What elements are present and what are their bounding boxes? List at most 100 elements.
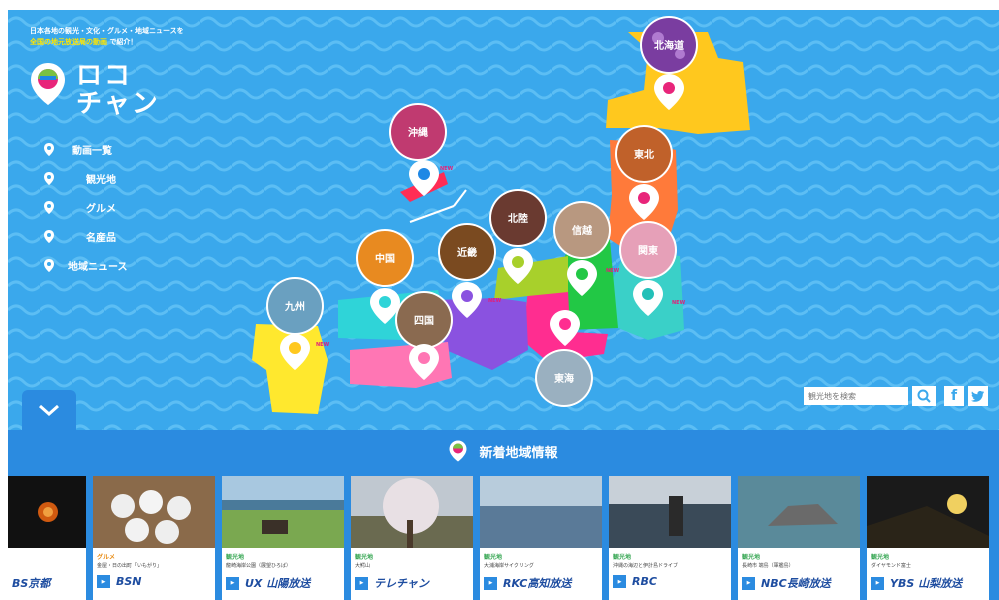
play-icon: ▶	[97, 575, 110, 588]
broadcaster: ▶ YBS 山梨放送	[871, 575, 962, 591]
location-pin-icon	[44, 143, 54, 156]
category-label: 観光地	[871, 554, 890, 561]
nav-item-label: 観光地	[86, 175, 116, 186]
card-caption: 大鰐山	[355, 563, 371, 569]
broadcaster-name: YBS 山梨放送	[890, 577, 963, 590]
play-icon: ▶	[613, 575, 626, 588]
rocky-coast-image	[609, 476, 731, 548]
news-card[interactable]: 観光地 ダイヤモンド富士 ▶ YBS 山梨放送	[867, 476, 989, 600]
svg-text:東北: 東北	[634, 148, 654, 161]
broadcaster-name: UX 山陽放送	[245, 577, 311, 590]
location-pin-icon	[44, 230, 54, 243]
news-card[interactable]: 観光地 龍崎海岸公園（展望ひろば） ▶ UX 山陽放送	[222, 476, 344, 600]
category-label: 観光地	[742, 554, 761, 561]
news-card[interactable]: 観光地 大浦海岸サイクリング ▶ RKC高知放送	[480, 476, 602, 600]
page: 北海道 東北 関東 NEW 信越 NEW 北陸 近畿 NEW 中国 四国 九州 …	[0, 0, 999, 600]
tagline: 日本各地の観光・文化・グルメ・地域ニュースを 全国の地元放送局の動画 で紹介！	[30, 26, 184, 48]
news-card[interactable]: 観光地 大鰐山 ▶ テレチャン	[351, 476, 473, 600]
news-thumbnail	[738, 476, 860, 548]
broadcaster: ▶ テレチャン	[355, 575, 429, 591]
svg-text:沖縄: 沖縄	[408, 126, 428, 139]
svg-text:NEW: NEW	[488, 298, 502, 304]
category-label: 観光地	[226, 554, 245, 561]
broadcaster: ▶ UX 山陽放送	[226, 575, 310, 591]
news-thumbnail	[8, 476, 86, 548]
news-thumbnail	[480, 476, 602, 548]
map-area: 北海道 東北 関東 NEW 信越 NEW 北陸 近畿 NEW 中国 四国 九州 …	[8, 10, 999, 430]
svg-text:中国: 中国	[375, 252, 395, 265]
news-cards: BS京都 グルメ 金屋・日の出町「いもがり」 ▶ BSN 観光地 龍崎海岸公園（…	[8, 476, 996, 600]
okinawa-divider-2	[453, 189, 467, 207]
tagline-line1: 日本各地の観光・文化・グルメ・地域ニュースを	[30, 27, 184, 35]
location-pin-icon	[44, 201, 54, 214]
nav-item-label: 名産品	[86, 233, 116, 244]
news-thumbnail	[867, 476, 989, 548]
twitter-icon[interactable]	[968, 386, 988, 406]
logo-pin-icon	[31, 63, 65, 105]
broadcaster-name: BSN	[116, 575, 142, 588]
broadcaster-name: テレチャン	[374, 577, 429, 590]
svg-text:四国: 四国	[414, 315, 434, 327]
news-card[interactable]: グルメ 金屋・日の出町「いもがり」 ▶ BSN	[93, 476, 215, 600]
logo-text-line2: チャン	[76, 89, 160, 119]
island-image	[738, 476, 860, 548]
logo[interactable]: ロコ チャン	[30, 62, 160, 118]
nav-item-gourmet[interactable]: グルメ	[44, 193, 128, 222]
dumplings-image	[111, 490, 191, 544]
broadcaster: ▶ RBC	[613, 575, 657, 588]
card-caption: 大浦海岸サイクリング	[484, 563, 534, 569]
card-caption: 沖縄の海辺と伊計島ドライブ	[613, 563, 679, 569]
play-icon: ▶	[484, 576, 497, 590]
play-icon: ▶	[871, 576, 884, 590]
search-icon	[917, 389, 931, 403]
nav-item-specialties[interactable]: 名産品	[44, 222, 128, 251]
coast-image	[222, 476, 344, 534]
svg-text:NEW: NEW	[606, 268, 620, 274]
broadcaster-name: NBC長崎放送	[761, 577, 831, 590]
facebook-icon[interactable]: f	[944, 386, 964, 406]
category-label: 観光地	[484, 554, 503, 561]
play-icon: ▶	[355, 576, 368, 590]
news-card[interactable]: BS京都	[8, 476, 86, 600]
nav-item-label: グルメ	[86, 204, 116, 215]
card-caption: 金屋・日の出町「いもがり」	[97, 563, 163, 569]
nav-item-videos[interactable]: 動画一覧	[44, 135, 128, 164]
category-label: 観光地	[613, 554, 632, 561]
broadcaster: ▶ RKC高知放送	[484, 575, 571, 591]
blossom-tree-image	[351, 476, 473, 548]
card-caption: 長崎市 端島（軍艦島）	[742, 563, 794, 569]
news-card[interactable]: 観光地 沖縄の海辺と伊計島ドライブ ▶ RBC	[609, 476, 731, 600]
svg-text:NEW: NEW	[672, 300, 686, 306]
news-card[interactable]: 観光地 長崎市 端島（軍艦島） ▶ NBC長崎放送	[738, 476, 860, 600]
logo-text-line1: ロコ	[76, 61, 133, 91]
news-thumbnail	[609, 476, 731, 548]
news-thumbnail	[93, 476, 215, 548]
svg-text:東海: 東海	[554, 372, 574, 385]
search-input[interactable]	[804, 387, 908, 405]
search-button[interactable]	[912, 386, 936, 406]
location-pin-icon	[44, 172, 54, 185]
broadcaster-name: RBC	[632, 575, 657, 588]
sunset-image	[867, 494, 989, 548]
nav-item-local-news[interactable]: 地域ニュース	[44, 251, 128, 280]
svg-text:NEW: NEW	[440, 166, 454, 172]
play-icon: ▶	[226, 576, 239, 590]
twitter-bird-icon	[971, 391, 984, 402]
lantern-image	[38, 502, 58, 522]
chevron-down-icon	[39, 404, 59, 417]
svg-text:NEW: NEW	[316, 342, 330, 348]
tagline-rest: で紹介！	[109, 38, 138, 46]
card-caption: 龍崎海岸公園（展望ひろば）	[226, 563, 292, 569]
news-thumbnail	[351, 476, 473, 548]
collapse-tab[interactable]	[22, 390, 76, 430]
okinawa-divider	[409, 205, 455, 223]
tagline-highlight: 全国の地元放送局の動画	[30, 38, 107, 46]
broadcaster-name: BS京都	[12, 577, 51, 590]
nav-item-label: 地域ニュース	[68, 262, 128, 273]
news-section-title: 新着地域情報	[8, 440, 999, 462]
svg-text:近畿: 近畿	[457, 246, 477, 259]
category-label: 観光地	[355, 554, 374, 561]
category-label: グルメ	[97, 554, 116, 561]
nav-item-sightseeing[interactable]: 観光地	[44, 164, 128, 193]
svg-text:関東: 関東	[638, 244, 658, 257]
